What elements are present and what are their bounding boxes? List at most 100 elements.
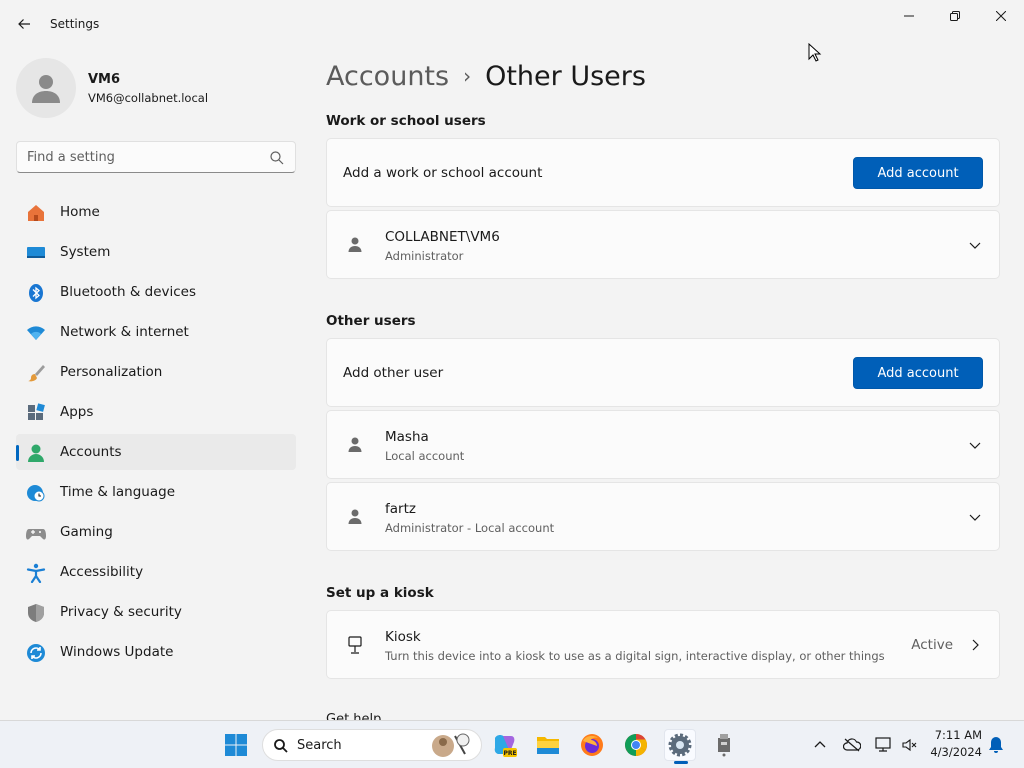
sidebar-item-label: System	[60, 244, 111, 260]
file-explorer-icon	[537, 737, 559, 754]
title-bar: Settings	[0, 0, 1024, 48]
cloud-offline-icon	[843, 738, 861, 752]
search-highlight-icon	[432, 733, 470, 757]
sidebar-item-accounts[interactable]: Accounts	[16, 434, 296, 470]
copilot-icon: PRE	[494, 735, 517, 757]
accounts-icon	[26, 443, 46, 463]
add-work-school-label: Add a work or school account	[343, 165, 543, 181]
profile-email: VM6@collabnet.local	[88, 91, 209, 105]
chevron-down-icon[interactable]	[967, 509, 983, 525]
tray-onedrive[interactable]	[842, 735, 862, 755]
search-icon	[270, 151, 284, 165]
chevron-down-icon[interactable]	[967, 437, 983, 453]
page-title: Other Users	[485, 60, 646, 92]
search-icon	[274, 739, 288, 753]
clock-date: 4/3/2024	[930, 745, 982, 759]
taskbar-clock[interactable]: 7:11 AM 4/3/2024	[930, 727, 982, 761]
tray-volume[interactable]	[900, 735, 920, 755]
taskbar-file-explorer[interactable]	[532, 729, 564, 761]
taskbar-usb-device[interactable]	[708, 729, 740, 761]
sidebar-item-network[interactable]: Network & internet	[16, 314, 296, 350]
taskbar-copilot[interactable]: PRE	[488, 729, 520, 761]
sidebar-item-windows-update[interactable]: Windows Update	[16, 634, 296, 670]
app-title: Settings	[50, 17, 100, 31]
sidebar-item-label: Bluetooth & devices	[60, 284, 197, 300]
minimize-button[interactable]	[886, 0, 932, 32]
apps-icon	[26, 403, 46, 423]
user-row-collabnet-vm6[interactable]: COLLABNET\VM6 Administrator	[326, 210, 1000, 279]
taskbar-settings[interactable]	[664, 729, 696, 764]
chrome-icon	[625, 734, 647, 756]
wifi-icon	[26, 323, 46, 343]
settings-icon	[668, 733, 692, 757]
chevron-down-icon[interactable]	[967, 237, 983, 253]
add-other-user-card: Add other user Add account	[326, 338, 1000, 407]
start-button[interactable]	[220, 729, 252, 761]
restore-button[interactable]	[932, 0, 978, 32]
update-icon	[26, 643, 46, 663]
search-input[interactable]: Find a setting	[16, 141, 296, 173]
section-title-work-school: Work or school users	[326, 113, 486, 129]
sidebar-item-label: Gaming	[60, 524, 113, 540]
kiosk-status: Active	[911, 637, 953, 653]
person-avatar-icon	[32, 75, 60, 103]
user-name: COLLABNET\VM6	[385, 229, 500, 245]
tray-network[interactable]	[874, 735, 894, 755]
sidebar-item-label: Privacy & security	[60, 604, 182, 620]
taskbar-search[interactable]: Search	[262, 729, 482, 761]
back-arrow-icon	[18, 19, 30, 29]
sidebar-item-accessibility[interactable]: Accessibility	[16, 554, 296, 590]
chevron-up-icon	[814, 741, 826, 748]
sidebar-nav: Home System Bluetooth & devices Network …	[16, 194, 296, 674]
sidebar-item-personalization[interactable]: Personalization	[16, 354, 296, 390]
sidebar-item-bluetooth[interactable]: Bluetooth & devices	[16, 274, 296, 310]
back-button[interactable]	[10, 10, 38, 38]
breadcrumb-parent[interactable]: Accounts	[326, 61, 449, 92]
sidebar-item-apps[interactable]: Apps	[16, 394, 296, 430]
user-role: Administrator - Local account	[385, 521, 555, 535]
sidebar-item-home[interactable]: Home	[16, 194, 296, 230]
kiosk-title: Kiosk	[385, 629, 421, 645]
user-row-masha[interactable]: Masha Local account	[326, 410, 1000, 479]
person-icon	[348, 237, 362, 252]
user-name: fartz	[385, 501, 416, 517]
taskbar-search-label: Search	[297, 738, 342, 753]
sidebar-item-label: Home	[60, 204, 100, 220]
chevron-right-icon[interactable]	[967, 637, 983, 653]
taskbar-chrome[interactable]	[620, 729, 652, 761]
close-button[interactable]	[978, 0, 1024, 32]
user-profile[interactable]: VM6 VM6@collabnet.local	[16, 58, 296, 118]
sidebar-item-privacy[interactable]: Privacy & security	[16, 594, 296, 630]
add-work-account-button[interactable]: Add account	[853, 157, 983, 189]
brush-icon	[26, 363, 46, 383]
breadcrumb-separator: ›	[463, 64, 472, 88]
sidebar-item-time-language[interactable]: Time & language	[16, 474, 296, 510]
sidebar-item-system[interactable]: System	[16, 234, 296, 270]
windows-start-icon	[225, 734, 247, 756]
user-role: Local account	[385, 449, 465, 463]
sidebar-item-label: Network & internet	[60, 324, 189, 340]
minimize-icon	[904, 15, 914, 17]
sidebar-item-gaming[interactable]: Gaming	[16, 514, 296, 550]
bell-icon	[989, 737, 1003, 753]
notifications-button[interactable]	[986, 735, 1006, 755]
accessibility-icon	[26, 563, 46, 583]
taskbar-firefox[interactable]	[576, 729, 608, 761]
person-icon	[348, 509, 362, 524]
show-hidden-icons-button[interactable]	[810, 735, 830, 755]
kiosk-icon	[348, 636, 362, 654]
sidebar-item-label: Time & language	[60, 484, 176, 500]
add-other-account-button[interactable]: Add account	[853, 357, 983, 389]
firefox-icon	[581, 734, 603, 756]
usb-device-icon	[718, 734, 730, 757]
sidebar-item-label: Accessibility	[60, 564, 144, 580]
user-row-fartz[interactable]: fartz Administrator - Local account	[326, 482, 1000, 551]
kiosk-row[interactable]: Kiosk Turn this device into a kiosk to u…	[326, 610, 1000, 679]
speaker-muted-icon	[902, 738, 917, 752]
section-title-kiosk: Set up a kiosk	[326, 585, 434, 601]
add-other-user-label: Add other user	[343, 365, 444, 381]
close-icon	[996, 11, 1006, 21]
globe-clock-icon	[26, 483, 46, 503]
gamepad-icon	[26, 523, 46, 543]
search-placeholder: Find a setting	[27, 150, 115, 165]
